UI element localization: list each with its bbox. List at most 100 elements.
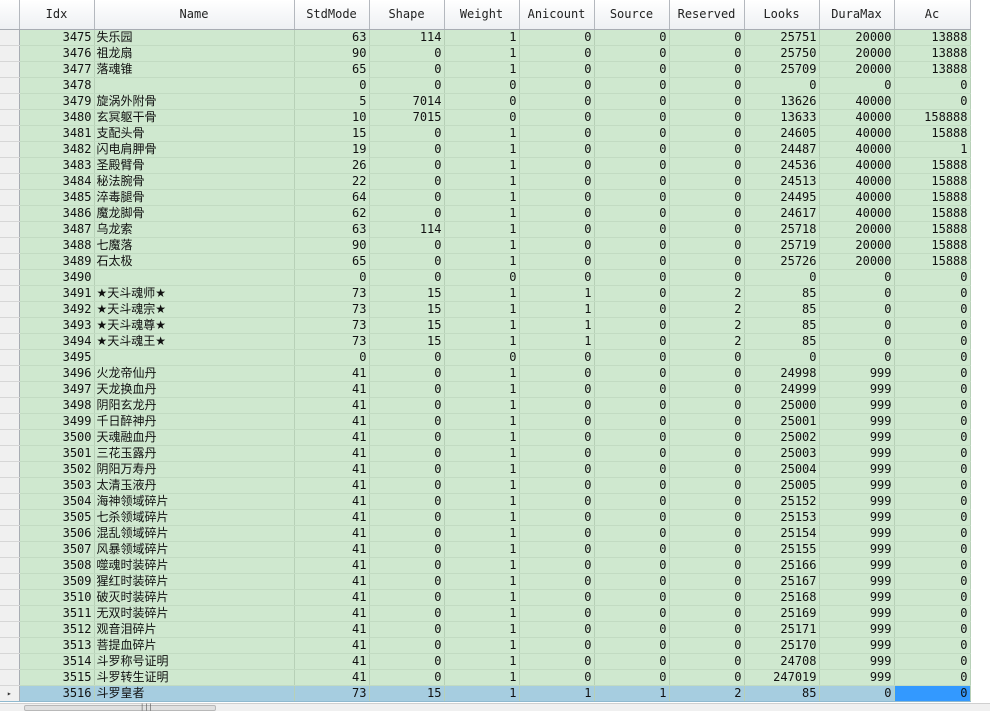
- cell-looks[interactable]: 25000: [744, 397, 820, 414]
- cell-source[interactable]: 0: [594, 45, 670, 62]
- cell-duramax[interactable]: 999: [819, 477, 895, 494]
- row-header[interactable]: [0, 141, 20, 158]
- cell-weight[interactable]: 1: [444, 205, 520, 222]
- cell-idx[interactable]: 3492: [19, 301, 95, 318]
- cell-weight[interactable]: 1: [444, 189, 520, 206]
- horizontal-scrollbar[interactable]: |||: [0, 703, 990, 711]
- cell-duramax[interactable]: 999: [819, 413, 895, 430]
- cell-reserved[interactable]: 0: [669, 573, 745, 590]
- table-row[interactable]: 3477 落魂锥 65 0 1 0 0 0 25709 20000 13888: [0, 61, 971, 78]
- cell-stdmode[interactable]: 41: [294, 461, 370, 478]
- cell-name[interactable]: 七魔落: [94, 237, 295, 254]
- cell-idx[interactable]: 3499: [19, 413, 95, 430]
- cell-idx[interactable]: 3498: [19, 397, 95, 414]
- cell-ac[interactable]: 0: [894, 493, 971, 510]
- cell-reserved[interactable]: 0: [669, 541, 745, 558]
- table-row[interactable]: 3488 七魔落 90 0 1 0 0 0 25719 20000 15888: [0, 237, 971, 254]
- cell-anicount[interactable]: 0: [519, 397, 595, 414]
- scrollbar-thumb[interactable]: |||: [24, 703, 216, 711]
- cell-looks[interactable]: 85: [744, 685, 820, 702]
- current-row-indicator-icon[interactable]: ▸: [0, 685, 20, 702]
- row-header[interactable]: [0, 557, 20, 574]
- cell-stdmode[interactable]: 90: [294, 237, 370, 254]
- cell-ac[interactable]: 1: [894, 141, 971, 158]
- table-row[interactable]: 3478 0 0 0 0 0 0 0 0 0: [0, 77, 971, 94]
- cell-reserved[interactable]: 0: [669, 45, 745, 62]
- cell-duramax[interactable]: 0: [819, 349, 895, 366]
- cell-ac[interactable]: 0: [894, 525, 971, 542]
- cell-stdmode[interactable]: 63: [294, 221, 370, 238]
- cell-shape[interactable]: 0: [369, 413, 445, 430]
- cell-name[interactable]: 七杀领域碎片: [94, 509, 295, 526]
- cell-name[interactable]: 落魂锥: [94, 61, 295, 78]
- table-row[interactable]: 3495 0 0 0 0 0 0 0 0 0: [0, 349, 971, 366]
- row-header[interactable]: [0, 573, 20, 590]
- cell-anicount[interactable]: 0: [519, 541, 595, 558]
- cell-source[interactable]: 0: [594, 173, 670, 190]
- cell-weight[interactable]: 1: [444, 237, 520, 254]
- cell-anicount[interactable]: 0: [519, 573, 595, 590]
- cell-weight[interactable]: 1: [444, 365, 520, 382]
- cell-name[interactable]: 千日醉神丹: [94, 413, 295, 430]
- cell-idx[interactable]: 3496: [19, 365, 95, 382]
- cell-anicount[interactable]: 0: [519, 493, 595, 510]
- cell-anicount[interactable]: 0: [519, 509, 595, 526]
- cell-ac[interactable]: 0: [894, 589, 971, 606]
- cell-duramax[interactable]: 40000: [819, 157, 895, 174]
- cell-reserved[interactable]: 2: [669, 285, 745, 302]
- cell-name[interactable]: ★天斗魂尊★: [94, 317, 295, 334]
- cell-idx[interactable]: 3494: [19, 333, 95, 350]
- cell-weight[interactable]: 1: [444, 317, 520, 334]
- table-row[interactable]: 3499 千日醉神丹 41 0 1 0 0 0 25001 999 0: [0, 413, 971, 430]
- table-row[interactable]: 3511 无双时装碎片 41 0 1 0 0 0 25169 999 0: [0, 605, 971, 622]
- table-row[interactable]: 3509 猩红时装碎片 41 0 1 0 0 0 25167 999 0: [0, 573, 971, 590]
- cell-shape[interactable]: 0: [369, 45, 445, 62]
- cell-reserved[interactable]: 0: [669, 29, 745, 46]
- row-header[interactable]: [0, 461, 20, 478]
- cell-stdmode[interactable]: 41: [294, 445, 370, 462]
- cell-anicount[interactable]: 0: [519, 461, 595, 478]
- table-row[interactable]: ▸ 3516 斗罗皇者 73 15 1 1 1 2 85 0 0: [0, 685, 971, 702]
- cell-source[interactable]: 0: [594, 637, 670, 654]
- cell-name[interactable]: 圣殿臂骨: [94, 157, 295, 174]
- table-row[interactable]: 3512 观音泪碎片 41 0 1 0 0 0 25171 999 0: [0, 621, 971, 638]
- cell-anicount[interactable]: 0: [519, 413, 595, 430]
- cell-anicount[interactable]: 0: [519, 525, 595, 542]
- cell-duramax[interactable]: 40000: [819, 189, 895, 206]
- cell-idx[interactable]: 3501: [19, 445, 95, 462]
- cell-anicount[interactable]: 0: [519, 141, 595, 158]
- cell-source[interactable]: 0: [594, 365, 670, 382]
- cell-stdmode[interactable]: 10: [294, 109, 370, 126]
- cell-weight[interactable]: 0: [444, 269, 520, 286]
- cell-reserved[interactable]: 0: [669, 189, 745, 206]
- cell-idx[interactable]: 3505: [19, 509, 95, 526]
- cell-reserved[interactable]: 0: [669, 477, 745, 494]
- cell-ac[interactable]: 13888: [894, 45, 971, 62]
- cell-anicount[interactable]: 0: [519, 589, 595, 606]
- cell-source[interactable]: 0: [594, 541, 670, 558]
- cell-reserved[interactable]: 0: [669, 525, 745, 542]
- cell-duramax[interactable]: 0: [819, 269, 895, 286]
- cell-idx[interactable]: 3493: [19, 317, 95, 334]
- cell-duramax[interactable]: 20000: [819, 61, 895, 78]
- cell-shape[interactable]: 0: [369, 349, 445, 366]
- table-row[interactable]: 3490 0 0 0 0 0 0 0 0 0: [0, 269, 971, 286]
- cell-anicount[interactable]: 0: [519, 477, 595, 494]
- cell-source[interactable]: 0: [594, 141, 670, 158]
- cell-anicount[interactable]: 0: [519, 221, 595, 238]
- cell-source[interactable]: 0: [594, 413, 670, 430]
- cell-source[interactable]: 0: [594, 445, 670, 462]
- row-header[interactable]: [0, 93, 20, 110]
- cell-reserved[interactable]: 0: [669, 173, 745, 190]
- cell-idx[interactable]: 3490: [19, 269, 95, 286]
- cell-weight[interactable]: 1: [444, 557, 520, 574]
- cell-name[interactable]: 淬毒腿骨: [94, 189, 295, 206]
- cell-looks[interactable]: 24536: [744, 157, 820, 174]
- cell-idx[interactable]: 3516: [19, 685, 95, 702]
- cell-name[interactable]: 阴阳万寿丹: [94, 461, 295, 478]
- cell-stdmode[interactable]: 41: [294, 477, 370, 494]
- cell-weight[interactable]: 1: [444, 429, 520, 446]
- table-row[interactable]: 3479 旋涡外附骨 5 7014 0 0 0 0 13626 40000 0: [0, 93, 971, 110]
- cell-idx[interactable]: 3504: [19, 493, 95, 510]
- table-row[interactable]: 3492 ★天斗魂宗★ 73 15 1 1 0 2 85 0 0: [0, 301, 971, 318]
